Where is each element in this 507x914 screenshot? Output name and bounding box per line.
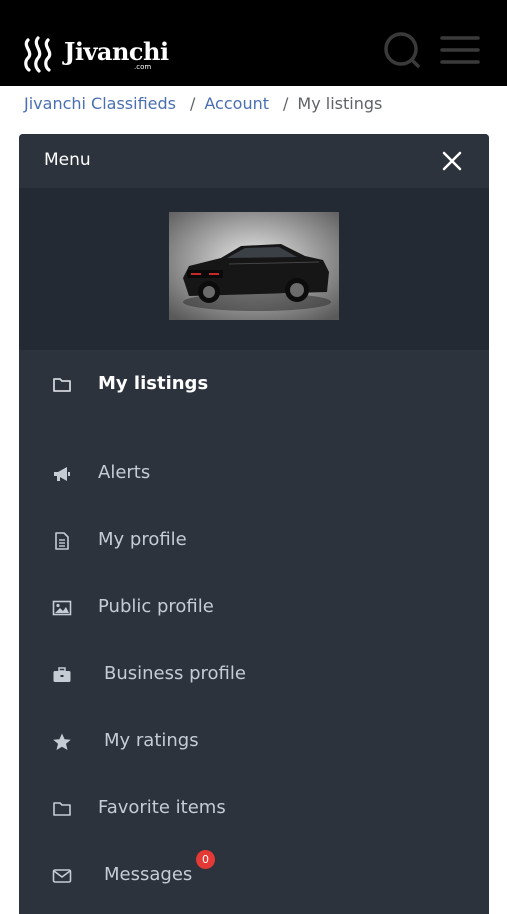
profile-avatar[interactable]	[169, 212, 339, 320]
folder-icon	[53, 802, 71, 816]
hamburger-icon	[440, 36, 480, 64]
document-icon	[55, 532, 69, 550]
menu-item-label: Public profile	[98, 596, 214, 617]
site-logo[interactable]: Jivanchi .com	[20, 34, 169, 74]
envelope-icon	[52, 869, 72, 883]
menu-item-label: My profile	[98, 529, 187, 550]
search-button[interactable]	[382, 30, 422, 74]
menu-item-label: My ratings	[104, 730, 199, 751]
menu-item-favorite-items[interactable]: Favorite items	[19, 785, 489, 833]
breadcrumb-current: My listings	[297, 94, 383, 113]
close-menu-button[interactable]	[441, 150, 463, 172]
menu-item-label: Alerts	[98, 462, 151, 483]
breadcrumb-account-link[interactable]: Account	[204, 94, 269, 113]
account-menu-panel: Menu My listings Alerts My profile Publi…	[19, 134, 489, 914]
logo-swirl-icon	[24, 36, 52, 73]
brand-domain: .com	[134, 63, 152, 71]
briefcase-icon	[53, 667, 71, 682]
profile-avatar-section	[19, 188, 489, 350]
menu-item-alerts[interactable]: Alerts	[19, 450, 489, 498]
menu-header: Menu	[19, 134, 489, 188]
top-navbar: Jivanchi .com	[0, 0, 507, 86]
menu-item-my-profile[interactable]: My profile	[19, 517, 489, 565]
menu-item-public-profile[interactable]: Public profile	[19, 584, 489, 632]
breadcrumb-separator: /	[190, 94, 196, 113]
menu-item-label: Favorite items	[98, 797, 226, 818]
messages-count-badge: 0	[196, 850, 215, 869]
folder-icon	[53, 378, 71, 392]
brand-name: Jivanchi	[64, 36, 169, 66]
menu-item-label: My listings	[98, 373, 209, 394]
breadcrumb: Jivanchi Classifieds / Account / My listings	[24, 94, 382, 116]
menu-item-business-profile[interactable]: Business profile	[19, 651, 489, 699]
menu-item-label: Business profile	[104, 663, 246, 684]
close-icon	[442, 151, 462, 171]
megaphone-icon	[54, 467, 70, 481]
breadcrumb-separator: /	[283, 94, 289, 113]
menu-title: Menu	[44, 150, 91, 170]
menu-item-label: Messages	[104, 864, 193, 885]
menu-item-my-listings[interactable]: My listings	[19, 361, 489, 409]
search-icon	[384, 32, 420, 68]
hamburger-menu-button[interactable]	[440, 30, 480, 74]
menu-item-messages[interactable]: Messages 0	[19, 850, 489, 900]
breadcrumb-home-link[interactable]: Jivanchi Classifieds	[24, 94, 176, 113]
star-icon	[53, 733, 71, 750]
menu-item-my-ratings[interactable]: My ratings	[19, 718, 489, 766]
car-image	[169, 212, 339, 320]
image-icon	[52, 600, 72, 616]
